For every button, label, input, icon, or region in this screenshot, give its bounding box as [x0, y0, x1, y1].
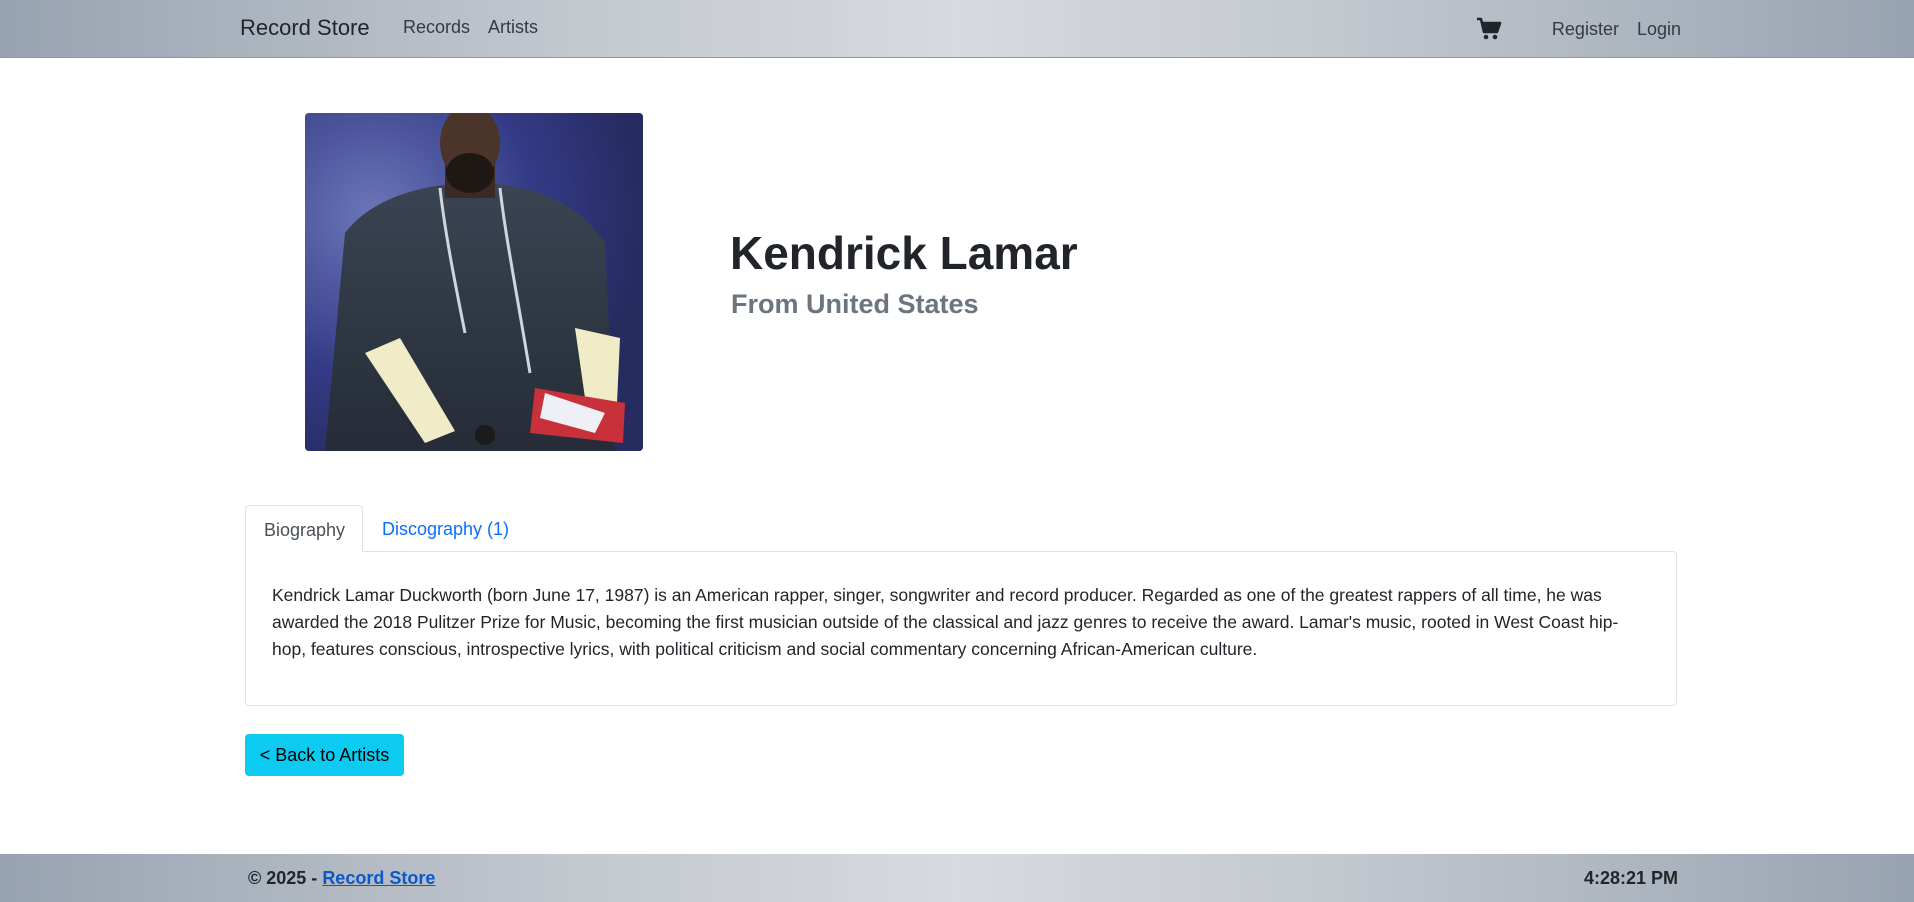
- artist-origin: From United States: [731, 289, 979, 319]
- register-link[interactable]: Register: [1552, 19, 1619, 40]
- biography-text: Kendrick Lamar Duckworth (born June 17, …: [272, 585, 1619, 659]
- artist-name: Kendrick Lamar: [730, 227, 1078, 279]
- tab-biography[interactable]: Biography: [245, 505, 363, 552]
- nav-records-link[interactable]: Records: [403, 17, 470, 38]
- cart-icon[interactable]: [1476, 17, 1502, 41]
- artist-photo: [305, 113, 643, 451]
- biography-panel: Kendrick Lamar Duckworth (born June 17, …: [245, 551, 1677, 706]
- login-link[interactable]: Login: [1637, 19, 1681, 40]
- copyright-text: © 2025 -: [248, 868, 323, 888]
- nav-left: Records Artists: [403, 17, 538, 38]
- footer: © 2025 - Record Store 4:28:21 PM: [0, 854, 1914, 902]
- footer-clock: 4:28:21 PM: [1583, 868, 1678, 888]
- brand-link[interactable]: Record Store: [240, 15, 370, 41]
- navbar-inner: Record Store Records Artists Register Lo…: [0, 0, 1914, 58]
- top-navbar: Record Store Records Artists Register Lo…: [0, 0, 1914, 58]
- tab-discography[interactable]: Discography (1): [364, 505, 527, 552]
- back-to-artists-button[interactable]: < Back to Artists: [245, 734, 404, 776]
- nav-artists-link[interactable]: Artists: [488, 17, 538, 38]
- nav-right: Register Login: [1476, 17, 1681, 41]
- footer-record-store-link[interactable]: Record Store: [322, 868, 435, 888]
- artist-tabs: Biography Discography (1): [245, 505, 1677, 552]
- footer-copyright: © 2025 - Record Store: [248, 868, 435, 889]
